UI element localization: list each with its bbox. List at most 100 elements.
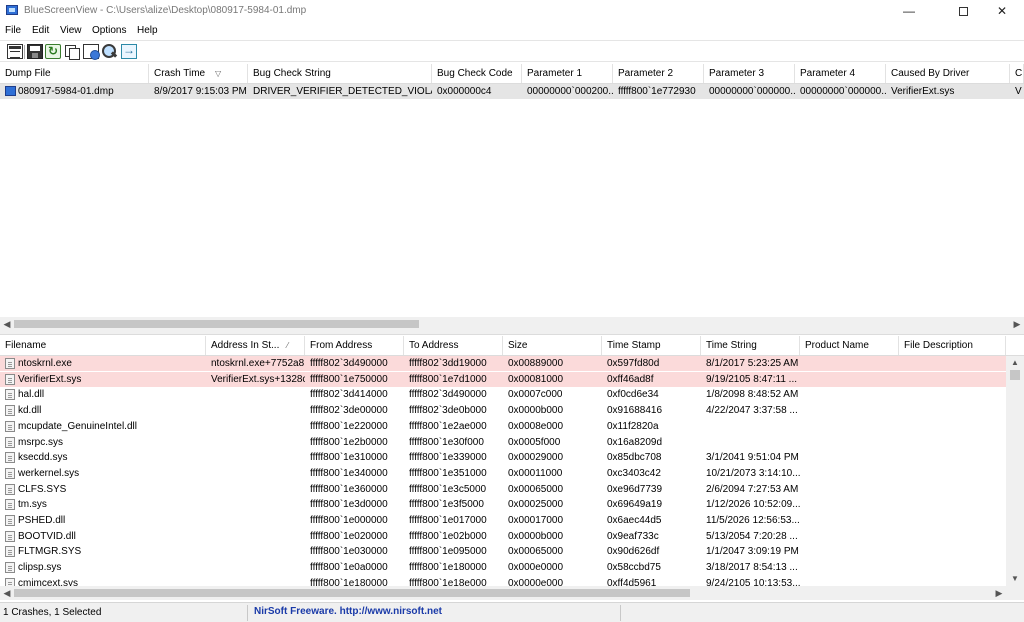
cell-time-string: 4/22/2047 3:37:58 ... <box>706 405 798 417</box>
scroll-right-icon[interactable]: ▶ <box>992 586 1006 600</box>
cell-time-string: 3/1/2041 9:51:04 PM <box>706 452 799 464</box>
sort-descending-icon: ▽ <box>215 69 222 78</box>
column-parameter-3[interactable]: Parameter 3 <box>704 64 795 83</box>
cell-size: 0x0000b000 <box>508 530 564 542</box>
cell-product-name <box>800 450 899 465</box>
scroll-down-icon[interactable]: ▼ <box>1006 572 1024 586</box>
crash-row[interactable]: 080917-5984-01.dmp 8/9/2017 9:15:03 PM D… <box>0 84 1024 99</box>
column-bug-check-string[interactable]: Bug Check String <box>248 64 432 83</box>
cell-filename: PSHED.dll <box>18 515 66 526</box>
maximize-icon <box>958 7 968 17</box>
driver-row[interactable]: CLFS.SYS fffff800`1e360000 fffff800`1e3c50… <box>0 482 1006 497</box>
cell-address-in-stack: ntoskrnl.exe+7752a8 <box>211 358 305 369</box>
column-address-in-stack[interactable]: Address In St... ⁄ <box>206 336 305 355</box>
column-file-description[interactable]: File Description <box>899 336 1006 355</box>
cell-from-address: fffff800`1e310000 <box>310 452 388 464</box>
refresh-icon[interactable]: ↻ <box>45 44 61 59</box>
menu-file[interactable]: File <box>5 25 21 36</box>
driver-row[interactable]: FLTMGR.SYS fffff800`1e030000 fffff800`1e09… <box>0 544 1006 559</box>
column-parameter-1[interactable]: Parameter 1 <box>522 64 613 83</box>
column-crash-time[interactable]: Crash Time ▽ <box>149 64 248 83</box>
title-bar: BlueScreenView - C:\Users\alize\Desktop\… <box>0 0 1024 22</box>
save-icon[interactable] <box>27 44 43 59</box>
cell-filename: BOOTVID.dll <box>18 530 76 542</box>
cell-to-address: fffff800`1e3f5000 <box>409 499 484 511</box>
cell-product-name <box>800 497 899 512</box>
find-icon[interactable] <box>102 44 118 59</box>
column-bug-check-code[interactable]: Bug Check Code <box>432 64 522 83</box>
scroll-left-icon[interactable]: ◀ <box>0 317 14 331</box>
driver-row[interactable]: kd.dll fffff802`3de00000 fffff802`3de0b000… <box>0 403 1006 418</box>
column-to-address[interactable]: To Address <box>404 336 503 355</box>
column-time-string[interactable]: Time String <box>701 336 800 355</box>
selection-status: 1 Crashes, 1 Selected <box>3 607 102 618</box>
driver-row[interactable]: BOOTVID.dll fffff800`1e020000 fffff800`1e0… <box>0 529 1006 544</box>
cell-caused-by-driver: VerifierExt.sys <box>891 86 955 97</box>
cell-size: 0x00889000 <box>508 358 564 369</box>
menu-help[interactable]: Help <box>137 25 158 36</box>
driver-row[interactable]: msrpc.sys fffff800`1e2b0000 fffff800`1e30f… <box>0 435 1006 450</box>
cell-product-name <box>800 466 899 481</box>
column-time-stamp[interactable]: Time Stamp <box>602 336 701 355</box>
minimize-button[interactable]: — <box>886 0 932 22</box>
cell-filename: hal.dll <box>18 389 45 401</box>
scrollbar-thumb[interactable] <box>14 589 690 597</box>
cell-from-address: fffff800`1e750000 <box>310 373 388 385</box>
pane-splitter[interactable] <box>0 331 1024 335</box>
scroll-up-icon[interactable]: ▲ <box>1006 356 1024 370</box>
exit-icon[interactable] <box>121 43 137 59</box>
column-caused-by-address[interactable]: C <box>1010 64 1024 83</box>
cell-time-string: 9/19/2105 8:47:11 ... <box>706 373 798 385</box>
cell-time-stamp: 0x69649a19 <box>607 499 663 511</box>
cell-filename: VerifierExt.sys <box>18 373 82 385</box>
cell-from-address: fffff802`3d490000 <box>310 358 388 369</box>
driver-row[interactable]: mcupdate_GenuineIntel.dll fffff800`1e2200… <box>0 419 1006 434</box>
cell-file-description <box>899 497 1006 512</box>
column-product-name[interactable]: Product Name <box>800 336 899 355</box>
cell-file-description <box>899 372 1006 387</box>
column-size[interactable]: Size <box>503 336 602 355</box>
column-dump-file[interactable]: Dump File <box>0 64 149 83</box>
column-parameter-2[interactable]: Parameter 2 <box>613 64 704 83</box>
driver-row[interactable]: VerifierExt.sys VerifierExt.sys+1328c ffff… <box>0 371 1006 387</box>
driver-row[interactable]: tm.sys fffff800`1e3d0000 fffff800`1e3f5000… <box>0 497 1006 512</box>
scrollbar-thumb[interactable] <box>14 320 419 328</box>
column-filename[interactable]: Filename <box>0 336 206 355</box>
column-parameter-4[interactable]: Parameter 4 <box>795 64 886 83</box>
driver-row[interactable]: hal.dll fffff802`3d414000 fffff802`3d49000… <box>0 387 1006 402</box>
nirsoft-link[interactable]: NirSoft Freeware. http://www.nirsoft.net <box>254 606 442 617</box>
cell-to-address: fffff800`1e017000 <box>409 515 487 526</box>
driver-row[interactable]: PSHED.dll fffff800`1e000000 fffff800`1e017… <box>0 513 1006 528</box>
cell-address-in-stack: VerifierExt.sys+1328c <box>211 373 305 385</box>
menu-edit[interactable]: Edit <box>32 25 49 36</box>
cell-size: 0x00065000 <box>508 546 564 558</box>
cell-to-address: fffff800`1e095000 <box>409 546 487 558</box>
cell-file-description <box>899 356 1006 371</box>
column-crash-time-label: Crash Time <box>154 68 206 79</box>
properties-icon[interactable] <box>7 44 23 59</box>
menu-view[interactable]: View <box>60 25 82 36</box>
vertical-scrollbar-thumb[interactable] <box>1010 370 1020 380</box>
scroll-left-icon[interactable]: ◀ <box>0 586 14 600</box>
cell-filename: kd.dll <box>18 405 42 417</box>
close-button[interactable]: ✕ <box>979 0 1024 22</box>
cell-to-address: fffff800`1e180000 <box>409 562 487 574</box>
driver-row[interactable]: ksecdd.sys fffff800`1e310000 fffff800`1e33… <box>0 450 1006 465</box>
html-report-icon[interactable] <box>83 44 100 60</box>
driver-row[interactable]: werkernel.sys fffff800`1e340000 fffff800`1… <box>0 466 1006 481</box>
column-from-address[interactable]: From Address <box>305 336 404 355</box>
cell-time-stamp: 0xe96d7739 <box>607 483 663 495</box>
app-icon <box>6 5 18 15</box>
driver-row[interactable]: ntoskrnl.exe ntoskrnl.exe+7752a8 fffff802`… <box>0 356 1006 371</box>
driver-row[interactable]: clipsp.sys fffff800`1e0a0000 fffff800`1e18… <box>0 560 1006 575</box>
cell-filename: clipsp.sys <box>18 562 62 574</box>
column-caused-by-driver[interactable]: Caused By Driver <box>886 64 1010 83</box>
driver-list-vertical-scrollbar[interactable]: ▲ ▼ <box>1006 356 1024 586</box>
cell-crash-time: 8/9/2017 9:15:03 PM <box>154 86 247 97</box>
scroll-right-icon[interactable]: ▶ <box>1010 317 1024 331</box>
menu-options[interactable]: Options <box>92 25 126 36</box>
crash-list-horizontal-scrollbar[interactable]: ◀ ▶ <box>0 317 1024 331</box>
driver-list-horizontal-scrollbar[interactable]: ◀ ▶ <box>0 586 1024 600</box>
copy-icon[interactable] <box>64 44 80 60</box>
cell-file-description <box>899 560 1006 575</box>
